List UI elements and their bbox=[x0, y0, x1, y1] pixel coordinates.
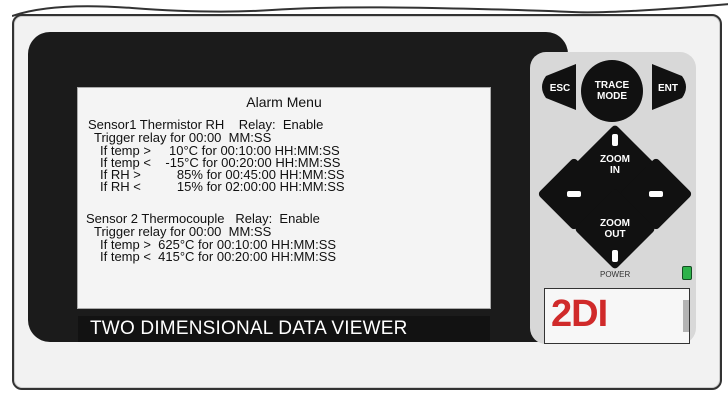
ent-button[interactable]: ENT bbox=[652, 62, 690, 112]
down-arrow-icon bbox=[612, 250, 618, 262]
screen-text: Alarm Menu Sensor1 Thermistor RH Relay: … bbox=[78, 88, 490, 308]
alarm-menu-title: Alarm Menu bbox=[246, 94, 322, 110]
footer-label: TWO DIMENSIONAL DATA VIEWER bbox=[90, 318, 408, 339]
trace-mode-button[interactable]: TRACE MODE bbox=[581, 60, 643, 122]
sensor1-row-4: If RH < 15% for 02:00:00 HH:MM:SS bbox=[100, 179, 345, 194]
screen-footer: TWO DIMENSIONAL DATA VIEWER bbox=[78, 316, 490, 342]
sensor2-row-2: If temp < 415°C for 00:20:00 HH:MM:SS bbox=[100, 249, 337, 264]
esc-label: ESC bbox=[550, 83, 571, 94]
power-label: POWER bbox=[600, 270, 631, 279]
trace-mode-label: TRACE MODE bbox=[594, 80, 630, 102]
power-led-icon bbox=[682, 266, 692, 280]
logo-text: 2DI bbox=[551, 293, 608, 335]
ent-label: ENT bbox=[658, 83, 678, 94]
lcd-screen: Alarm Menu Sensor1 Thermistor RH Relay: … bbox=[77, 87, 491, 309]
esc-button[interactable]: ESC bbox=[538, 62, 576, 112]
company-logo: 2DI bbox=[544, 288, 690, 344]
device-top-outline bbox=[12, 2, 728, 18]
logo-right-bar bbox=[683, 300, 689, 332]
up-arrow-icon bbox=[612, 134, 618, 146]
